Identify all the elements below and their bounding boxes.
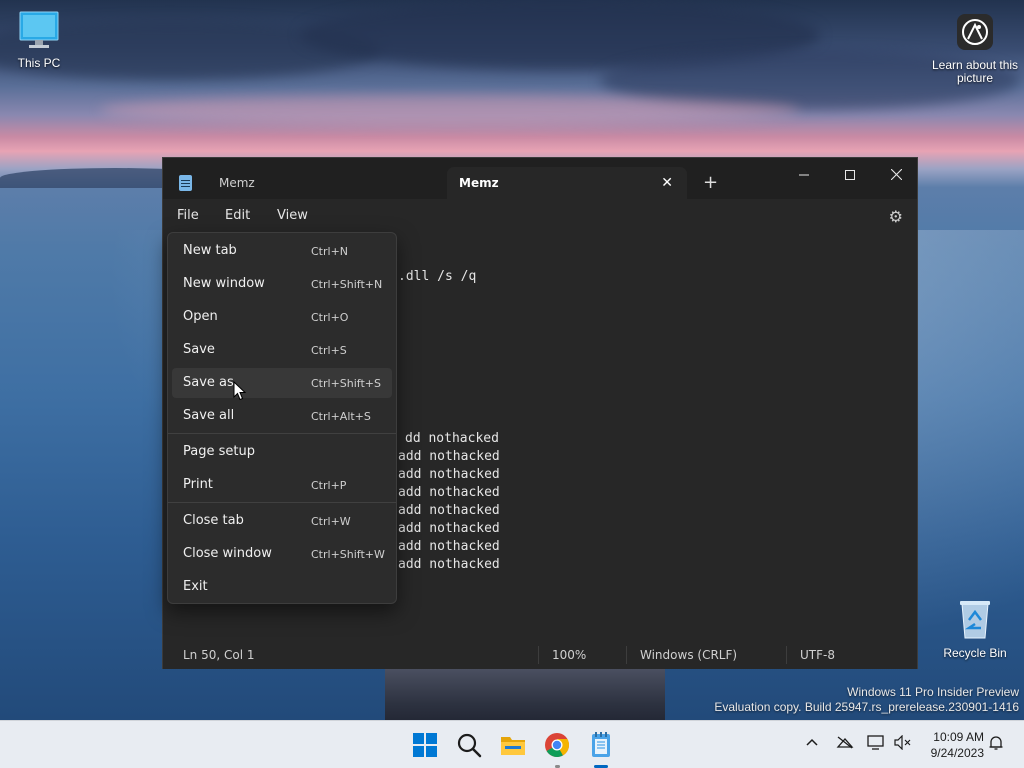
menu-item-label: Save <box>183 342 215 357</box>
this-pc-desktop-icon[interactable]: This PC <box>0 10 79 70</box>
evaluation-watermark: Windows 11 Pro Insider Preview Evaluatio… <box>714 685 1019 715</box>
editor-line: add nothacked <box>398 503 500 518</box>
maximize-button[interactable] <box>827 162 873 190</box>
display-icon[interactable] <box>867 735 885 754</box>
menu-item-close-window[interactable]: Close window Ctrl+Shift+W <box>172 539 392 569</box>
editor-line: dd nothacked <box>405 431 499 446</box>
menu-item-shortcut: Ctrl+N <box>311 245 349 258</box>
menu-item-label: Save all <box>183 408 235 423</box>
system-clock[interactable]: 10:09 AM 9/24/2023 <box>922 729 984 761</box>
watermark-line: Windows 11 Pro Insider Preview <box>847 685 1019 699</box>
tab-label: Memz <box>459 176 499 190</box>
gear-icon[interactable]: ⚙ <box>889 207 903 226</box>
menu-item-new-tab[interactable]: New tab Ctrl+N <box>172 236 392 266</box>
editor-line: .dll /s /q <box>398 269 477 284</box>
menu-item-save-as[interactable]: Save as Ctrl+Shift+S <box>172 368 392 398</box>
taskbar: 10:09 AM 9/24/2023 <box>0 720 1024 768</box>
menu-item-shortcut: Ctrl+Shift+N <box>311 278 383 291</box>
file-explorer-icon[interactable] <box>499 731 527 759</box>
zoom-level[interactable]: 100% <box>552 648 586 662</box>
menu-item-print[interactable]: Print Ctrl+P <box>172 470 392 500</box>
learn-about-picture-label: Learn about this picture <box>931 58 1019 85</box>
editor-line: add nothacked <box>398 521 500 536</box>
new-tab-plus-icon[interactable]: + <box>703 172 718 193</box>
minimize-button[interactable] <box>781 162 827 190</box>
learn-about-picture-icon <box>957 14 993 50</box>
notepad-icon[interactable] <box>587 731 615 759</box>
menu-item-label: Save as <box>183 375 234 390</box>
notification-bell-icon[interactable] <box>988 735 1004 755</box>
menu-item-shortcut: Ctrl+W <box>311 515 351 528</box>
menu-item-label: Open <box>183 309 218 324</box>
menu-item-label: Page setup <box>183 444 255 459</box>
clock-time: 10:09 AM <box>933 730 984 744</box>
menu-item-open[interactable]: Open Ctrl+O <box>172 302 392 332</box>
menu-item-save[interactable]: Save Ctrl+S <box>172 335 392 365</box>
menu-separator <box>168 433 396 434</box>
maximize-icon <box>845 170 855 180</box>
menu-item-shortcut: Ctrl+S <box>311 344 347 357</box>
encoding[interactable]: UTF-8 <box>800 648 835 662</box>
menu-separator <box>168 502 396 503</box>
editor-line: add nothacked <box>398 557 500 572</box>
mouse-pointer-icon <box>233 381 247 401</box>
menu-file[interactable]: File <box>171 208 205 223</box>
editor-line: add nothacked <box>398 539 500 554</box>
search-icon[interactable] <box>455 731 483 759</box>
watermark-line: Evaluation copy. Build 25947.rs_prerelea… <box>714 700 1019 714</box>
menu-item-exit[interactable]: Exit <box>172 572 392 602</box>
learn-about-picture-desktop-icon[interactable]: Learn about this picture <box>932 12 1018 85</box>
start-icon[interactable] <box>411 731 439 759</box>
monitor-icon <box>19 11 59 48</box>
network-disconnected-icon[interactable] <box>836 735 854 753</box>
menu-item-save-all[interactable]: Save all Ctrl+Alt+S <box>172 401 392 431</box>
menu-item-shortcut: Ctrl+Shift+S <box>311 377 381 390</box>
editor-line: add nothacked <box>398 467 500 482</box>
menu-item-shortcut: Ctrl+Shift+W <box>311 548 385 561</box>
recycle-bin-label: Recycle Bin <box>943 646 1007 660</box>
menu-item-close-tab[interactable]: Close tab Ctrl+W <box>172 506 392 536</box>
menu-item-shortcut: Ctrl+P <box>311 479 347 492</box>
close-icon <box>890 168 902 181</box>
tab-memz-2[interactable]: Memz ✕ <box>447 167 687 199</box>
tab-memz-1[interactable]: Memz <box>207 167 447 199</box>
menu-item-new-window[interactable]: New window Ctrl+Shift+N <box>172 269 392 299</box>
menu-item-label: Print <box>183 477 213 492</box>
menu-item-page-setup[interactable]: Page setup <box>172 437 392 467</box>
line-endings[interactable]: Windows (CRLF) <box>640 648 737 662</box>
status-bar: Ln 50, Col 1 100% Windows (CRLF) UTF-8 <box>163 641 917 669</box>
chevron-up-icon[interactable] <box>806 735 818 751</box>
chrome-icon[interactable] <box>543 731 571 759</box>
menu-item-label: New window <box>183 276 265 291</box>
minimize-icon <box>799 174 809 176</box>
menu-edit[interactable]: Edit <box>225 208 250 223</box>
recycle-bin-desktop-icon[interactable]: Recycle Bin <box>935 598 1015 660</box>
file-menu-dropdown: New tab Ctrl+N New window Ctrl+Shift+N O… <box>167 232 397 604</box>
volume-muted-icon[interactable] <box>894 734 912 754</box>
menu-item-label: Close tab <box>183 513 244 528</box>
close-tab-icon[interactable]: ✕ <box>661 167 673 199</box>
menu-item-shortcut: Ctrl+Alt+S <box>311 410 371 423</box>
menu-item-shortcut: Ctrl+O <box>311 311 349 324</box>
menu-item-label: Close window <box>183 546 272 561</box>
notepad-app-icon <box>179 175 192 191</box>
close-window-button[interactable] <box>873 162 919 190</box>
clock-date: 9/24/2023 <box>930 746 984 760</box>
this-pc-label: This PC <box>17 56 61 70</box>
menu-item-label: New tab <box>183 243 237 258</box>
recycle-bin-icon <box>960 601 990 639</box>
menu-bar: File Edit View ⚙ <box>163 199 917 233</box>
menu-item-label: Exit <box>183 579 208 594</box>
menu-view[interactable]: View <box>277 208 308 223</box>
cursor-position: Ln 50, Col 1 <box>183 648 255 662</box>
tab-label: Memz <box>219 176 255 190</box>
editor-line: add nothacked <box>398 485 500 500</box>
editor-line: add nothacked <box>398 449 500 464</box>
title-bar[interactable]: Memz Memz ✕ + <box>163 158 917 199</box>
